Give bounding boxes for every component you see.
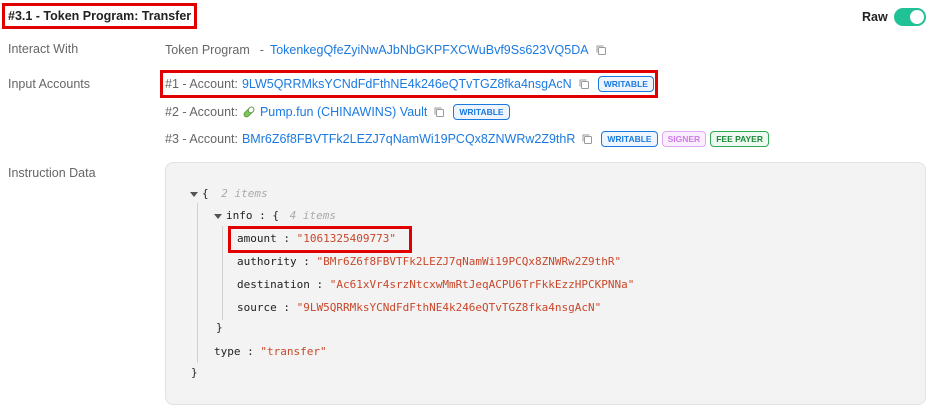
- copy-icon[interactable]: [581, 133, 593, 145]
- root-line: { 2 items: [190, 187, 268, 200]
- interact-with-label: Interact With: [8, 42, 79, 56]
- tree-guide-line: [197, 203, 198, 363]
- writable-badge: WRITABLE: [601, 131, 658, 147]
- interact-with-row: Token Program - TokenkegQfeZyiNwAJbNbGKP…: [165, 41, 615, 59]
- raw-toggle[interactable]: [894, 8, 926, 26]
- program-name: Token Program: [165, 43, 250, 57]
- account-prefix: #3 - Account:: [165, 132, 238, 146]
- collapse-icon[interactable]: [190, 191, 198, 197]
- toggle-knob: [910, 10, 924, 24]
- account-prefix: #1 - Account:: [165, 77, 238, 91]
- writable-badge: WRITABLE: [453, 104, 510, 120]
- separator: -: [259, 43, 264, 57]
- tree-guide-line: [222, 226, 223, 320]
- account-prefix: #2 - Account:: [165, 105, 238, 119]
- copy-icon[interactable]: [433, 106, 445, 118]
- field-source: source : "9LW5QRRMksYCNdFdFthNE4k246eQTv…: [237, 301, 602, 314]
- collapse-icon[interactable]: [214, 213, 222, 219]
- raw-label: Raw: [862, 10, 888, 24]
- signer-badge: SIGNER: [661, 131, 707, 147]
- input-accounts-label: Input Accounts: [8, 77, 91, 91]
- copy-icon[interactable]: [595, 44, 607, 56]
- fee-payer-badge: FEE PAYER: [710, 131, 769, 147]
- pill-icon: [242, 105, 256, 119]
- field-amount: amount : "1061325409773": [237, 232, 396, 245]
- account-row-2: #2 - Account: Pump.fun (CHINAWINS) Vault…: [165, 103, 514, 121]
- info-line: info : { 4 items: [214, 209, 336, 222]
- writable-badge: WRITABLE: [597, 76, 654, 92]
- account-address-link[interactable]: 9LW5QRRMksYCNdFdFthNE4k246eQTvTGZ8fka4ns…: [242, 77, 572, 91]
- info-item-count: 4 items: [289, 209, 336, 222]
- field-authority: authority : "BMr6Z6f8FBVTFk2LEZJ7qNamWi1…: [237, 255, 622, 268]
- root-close-brace: }: [191, 366, 198, 379]
- info-close-brace: }: [216, 321, 223, 334]
- account-address-link[interactable]: BMr6Z6f8FBVTFk2LEZJ7qNamWi19PCQx8ZNWRw2Z…: [242, 132, 575, 146]
- instruction-title: #3.1 - Token Program: Transfer: [8, 9, 192, 23]
- field-type: type : "transfer": [214, 345, 327, 358]
- account-row-3: #3 - Account: BMr6Z6f8FBVTFk2LEZJ7qNamWi…: [165, 130, 773, 148]
- account-address-link[interactable]: Pump.fun (CHINAWINS) Vault: [260, 105, 427, 119]
- field-destination: destination : "Ac61xVr4srzNtcxwMmRtJeqAC…: [237, 278, 635, 291]
- account-row-1: #1 - Account: 9LW5QRRMksYCNdFdFthNE4k246…: [165, 75, 658, 93]
- root-item-count: 2 items: [221, 187, 268, 200]
- instruction-data-label: Instruction Data: [8, 166, 96, 180]
- copy-icon[interactable]: [578, 78, 590, 90]
- program-address-link[interactable]: TokenkegQfeZyiNwAJbNbGKPFXCWuBvf9Ss623VQ…: [270, 43, 589, 57]
